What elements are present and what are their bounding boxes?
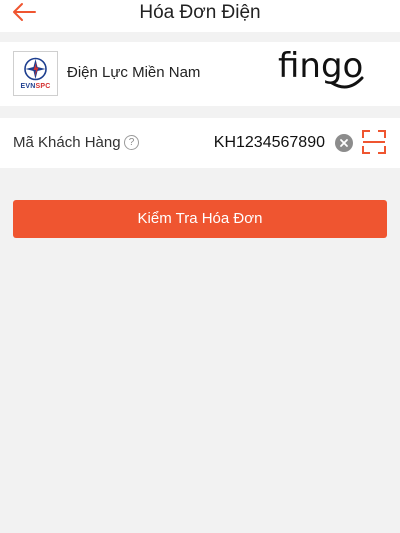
provider-name: Điện Lực Miền Nam bbox=[67, 64, 201, 81]
close-icon bbox=[340, 139, 348, 147]
page-title: Hóa Đơn Điện bbox=[139, 2, 261, 23]
fingo-logo: fingo bbox=[278, 46, 364, 89]
evn-logo: EVNSPC bbox=[13, 51, 58, 96]
check-bill-button[interactable]: Kiểm Tra Hóa Đơn bbox=[13, 200, 387, 238]
customer-code-input[interactable] bbox=[170, 131, 325, 155]
evn-logo-text: EVNSPC bbox=[20, 83, 51, 90]
customer-code-label: Mã Khách Hàng bbox=[13, 134, 121, 151]
header: Hóa Đơn Điện bbox=[0, 0, 400, 32]
svg-text:fingo: fingo bbox=[278, 46, 363, 86]
help-icon[interactable]: ? bbox=[124, 135, 139, 150]
clear-button[interactable] bbox=[335, 134, 353, 152]
scan-qr-icon[interactable] bbox=[362, 130, 386, 154]
evn-emblem-icon bbox=[24, 57, 47, 81]
